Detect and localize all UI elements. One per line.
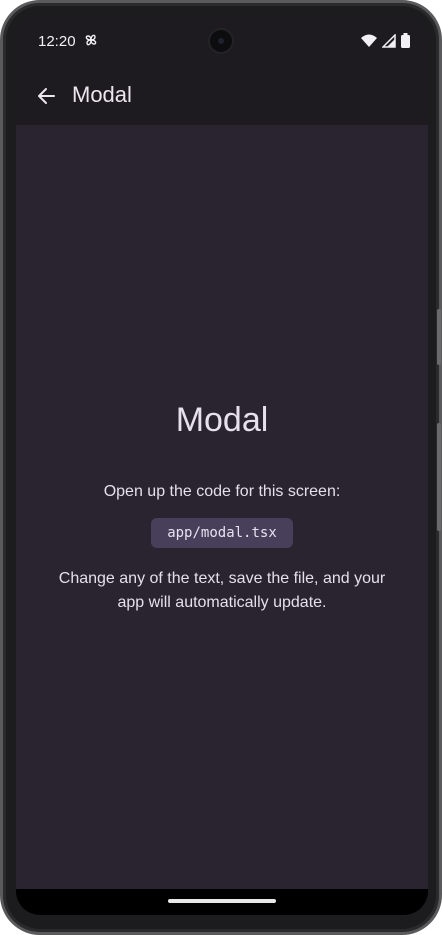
note-text: Change any of the text, save the file, a… xyxy=(58,570,386,611)
status-bar: 12:20 xyxy=(16,16,428,68)
code-container: app/modal.tsx xyxy=(16,518,428,548)
modal-heading: Modal xyxy=(175,401,269,439)
signal-icon xyxy=(382,33,396,48)
page-title: Modal xyxy=(72,82,132,107)
status-icons xyxy=(361,33,410,48)
main-content: Modal Open up the code for this screen: … xyxy=(16,125,428,889)
status-time: 12:20 xyxy=(38,33,76,50)
wifi-icon xyxy=(361,34,377,47)
battery-icon xyxy=(401,33,410,48)
code-path: app/modal.tsx xyxy=(151,518,293,548)
screen: 12:20 Modal Modal Open up the code for t… xyxy=(16,16,428,915)
power-button xyxy=(437,309,441,365)
app-bar: Modal xyxy=(16,68,428,125)
instruction-text: Open up the code for this screen: xyxy=(103,483,341,500)
pinwheel-icon xyxy=(85,34,97,46)
phone-frame: 12:20 Modal Modal Open up the code for t… xyxy=(0,0,442,935)
navigation-bar xyxy=(16,889,428,915)
arrow-left-icon xyxy=(38,88,55,104)
home-indicator[interactable] xyxy=(168,899,276,903)
volume-button xyxy=(437,423,441,531)
back-button[interactable] xyxy=(30,80,62,112)
front-camera xyxy=(210,30,232,52)
